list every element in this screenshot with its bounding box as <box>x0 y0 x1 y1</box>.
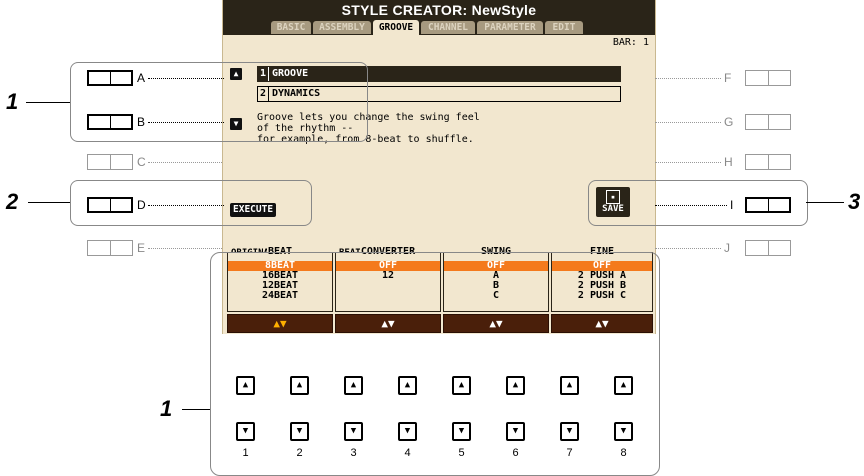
button-c[interactable] <box>87 154 133 170</box>
knob-7-down[interactable]: ▼ <box>560 422 579 441</box>
button-j[interactable] <box>745 240 791 256</box>
knob-number: 8 <box>620 447 627 459</box>
button-g-label: G <box>724 115 734 129</box>
tab-edit[interactable]: EDIT <box>545 21 583 34</box>
button-d-label: D <box>137 198 146 212</box>
knob-6-down[interactable]: ▼ <box>506 422 525 441</box>
dotted-leader <box>655 205 727 206</box>
knob-2-up[interactable]: ▲ <box>290 376 309 395</box>
knob-7-up[interactable]: ▲ <box>560 376 579 395</box>
knob-4-down[interactable]: ▼ <box>398 422 417 441</box>
step-number: 1 <box>160 396 173 421</box>
callout-1b-outline <box>210 252 660 476</box>
knob-2-down[interactable]: ▼ <box>290 422 309 441</box>
dotted-leader <box>655 162 721 163</box>
button-j-label: J <box>724 241 730 255</box>
button-b[interactable] <box>87 114 133 130</box>
knob-8-up[interactable]: ▲ <box>614 376 633 395</box>
tab-groove[interactable]: GROOVE <box>373 20 419 35</box>
step-number: 2 <box>6 189 19 214</box>
leader-line <box>28 202 70 203</box>
button-c-label: C <box>137 155 146 169</box>
step-number: 1 <box>6 89 19 114</box>
knob-3-up[interactable]: ▲ <box>344 376 363 395</box>
knob-number: 5 <box>458 447 465 459</box>
button-h-label: H <box>724 155 733 169</box>
knob-1-down[interactable]: ▼ <box>236 422 255 441</box>
button-f[interactable] <box>745 70 791 86</box>
button-b-label: B <box>137 115 146 129</box>
button-f-label: F <box>724 71 732 85</box>
knob-3-down[interactable]: ▼ <box>344 422 363 441</box>
knob-number: 7 <box>566 447 573 459</box>
tab-channel[interactable]: CHANNEL <box>421 21 475 34</box>
tab-assembly[interactable]: ASSEMBLY <box>313 21 371 34</box>
dotted-leader <box>148 122 224 123</box>
bar-indicator: BAR: 1 <box>612 37 649 48</box>
screen-title: STYLE CREATOR: NewStyle <box>223 0 655 19</box>
dotted-leader <box>655 122 721 123</box>
knob-number: 6 <box>512 447 519 459</box>
button-e[interactable] <box>87 240 133 256</box>
leader-line <box>26 102 70 103</box>
dotted-leader <box>148 205 224 206</box>
knob-5-up[interactable]: ▲ <box>452 376 471 395</box>
button-a[interactable] <box>87 70 133 86</box>
button-g[interactable] <box>745 114 791 130</box>
tab-basic[interactable]: BASIC <box>271 21 311 34</box>
button-h[interactable] <box>745 154 791 170</box>
dotted-leader <box>655 78 721 79</box>
knob-1-up[interactable]: ▲ <box>236 376 255 395</box>
knob-number: 1 <box>242 447 249 459</box>
dotted-leader <box>148 78 224 79</box>
knob-6-up[interactable]: ▲ <box>506 376 525 395</box>
button-e-label: E <box>137 241 146 255</box>
knob-4-up[interactable]: ▲ <box>398 376 417 395</box>
tab-strip: BASIC ASSEMBLY GROOVE CHANNEL PARAMETER … <box>223 19 655 35</box>
button-a-label: A <box>137 71 146 85</box>
button-i[interactable] <box>745 197 791 213</box>
knob-8-down[interactable]: ▼ <box>614 422 633 441</box>
dotted-leader <box>148 248 222 249</box>
knob-number: 4 <box>404 447 411 459</box>
button-d[interactable] <box>87 197 133 213</box>
dotted-leader <box>148 162 222 163</box>
knob-number: 2 <box>296 447 303 459</box>
leader-line <box>182 409 210 410</box>
knob-5-down[interactable]: ▼ <box>452 422 471 441</box>
tab-parameter[interactable]: PARAMETER <box>477 21 543 34</box>
leader-line <box>806 202 844 203</box>
dotted-leader <box>655 248 721 249</box>
knob-number: 3 <box>350 447 357 459</box>
button-i-label: I <box>730 198 734 212</box>
step-number: 3 <box>848 189 861 214</box>
